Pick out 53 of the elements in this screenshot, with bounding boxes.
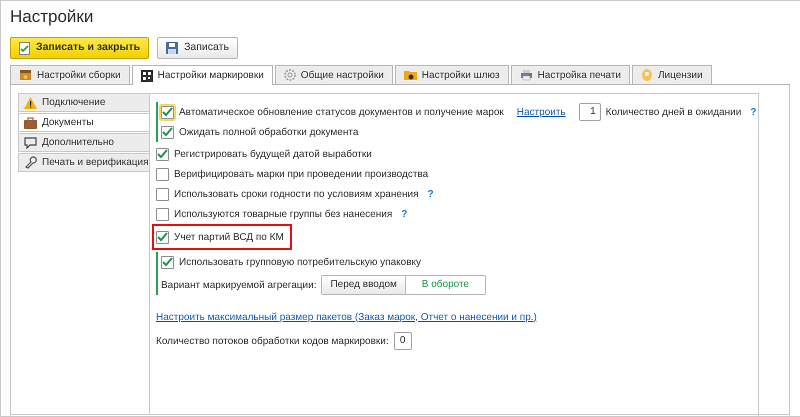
checkbox[interactable]: [161, 106, 174, 118]
checkbox-label: Автоматическое обновление статусов документов и получение марок: [179, 106, 504, 120]
qr-code-icon: [140, 70, 153, 82]
tab[interactable]: Настройки шлюз: [394, 65, 509, 84]
tab[interactable]: Настройка печати: [510, 65, 630, 84]
checkbox-label: Использовать групповую потребительскую упаковку: [179, 256, 421, 270]
briefcase-icon: [24, 116, 37, 128]
field-label: Количество дней в ожидании: [606, 106, 742, 120]
checkbox[interactable]: [156, 148, 169, 160]
help-icon[interactable]: ?: [750, 104, 756, 120]
checkbox-label: Используются товарные группы без нанесения: [174, 208, 392, 222]
checkbox-label: Учет партий ВСД по КМ: [174, 230, 284, 244]
box-icon: [19, 69, 32, 81]
save-icon: [166, 42, 178, 54]
wrench-icon: [24, 156, 37, 169]
checkbox[interactable]: [156, 230, 169, 244]
field-label: Вариант маркируемой агрегации:: [161, 278, 316, 292]
window-title: Настройки: [10, 7, 94, 27]
checkbox[interactable]: [156, 188, 169, 200]
sidebar-item[interactable]: Дополнительно: [18, 133, 149, 152]
checkbox[interactable]: [156, 208, 169, 220]
help-icon[interactable]: ?: [427, 186, 434, 202]
checkbox[interactable]: [161, 126, 174, 138]
checkbox-label: Использовать сроки годности по условиям хранения: [174, 188, 418, 202]
settings-link[interactable]: Настроить: [516, 104, 566, 120]
threads-field[interactable]: 0: [394, 332, 412, 350]
folder-icon: [404, 69, 417, 81]
segment-button[interactable]: Перед вводом: [322, 276, 405, 294]
sidebar-item[interactable]: Печать и верификация: [18, 153, 149, 172]
segment-button[interactable]: В обороте: [404, 276, 485, 294]
checkbox-label: Регистрировать будущей датой выработки: [174, 148, 372, 162]
settings-link[interactable]: Настроить максимальный размер пакетов (Заказ марок, Отчет о нанесении и пр.): [156, 310, 537, 324]
tab[interactable]: Лицензии: [632, 65, 712, 84]
sidebar-item[interactable]: Документы: [18, 113, 149, 132]
checkbox-label: Ожидать полной обработки документа: [179, 126, 358, 140]
save-button[interactable]: Записать: [157, 37, 238, 59]
tab[interactable]: Общие настройки: [274, 65, 393, 84]
checkbox-label: Верифицировать марки при проведении производства: [174, 168, 428, 182]
chat-icon: [24, 136, 37, 148]
sidebar-item[interactable]: Подключение: [18, 93, 149, 112]
badge-icon: [640, 68, 653, 82]
document-check-icon: [19, 42, 30, 54]
tab[interactable]: Настройки маркировки: [132, 65, 273, 85]
printer-icon: [520, 69, 533, 81]
tab[interactable]: Настройки сборки: [10, 65, 130, 84]
gear-icon: [284, 69, 296, 81]
help-icon[interactable]: ?: [401, 206, 408, 222]
field-label: Количество потоков обработки кодов маркировки:: [156, 334, 389, 348]
warning-icon: [24, 96, 37, 108]
checkbox[interactable]: [161, 256, 174, 268]
save-and-close-button[interactable]: Записать и закрыть: [10, 37, 150, 59]
checkbox[interactable]: [156, 168, 169, 180]
days-field[interactable]: 1: [578, 103, 601, 121]
